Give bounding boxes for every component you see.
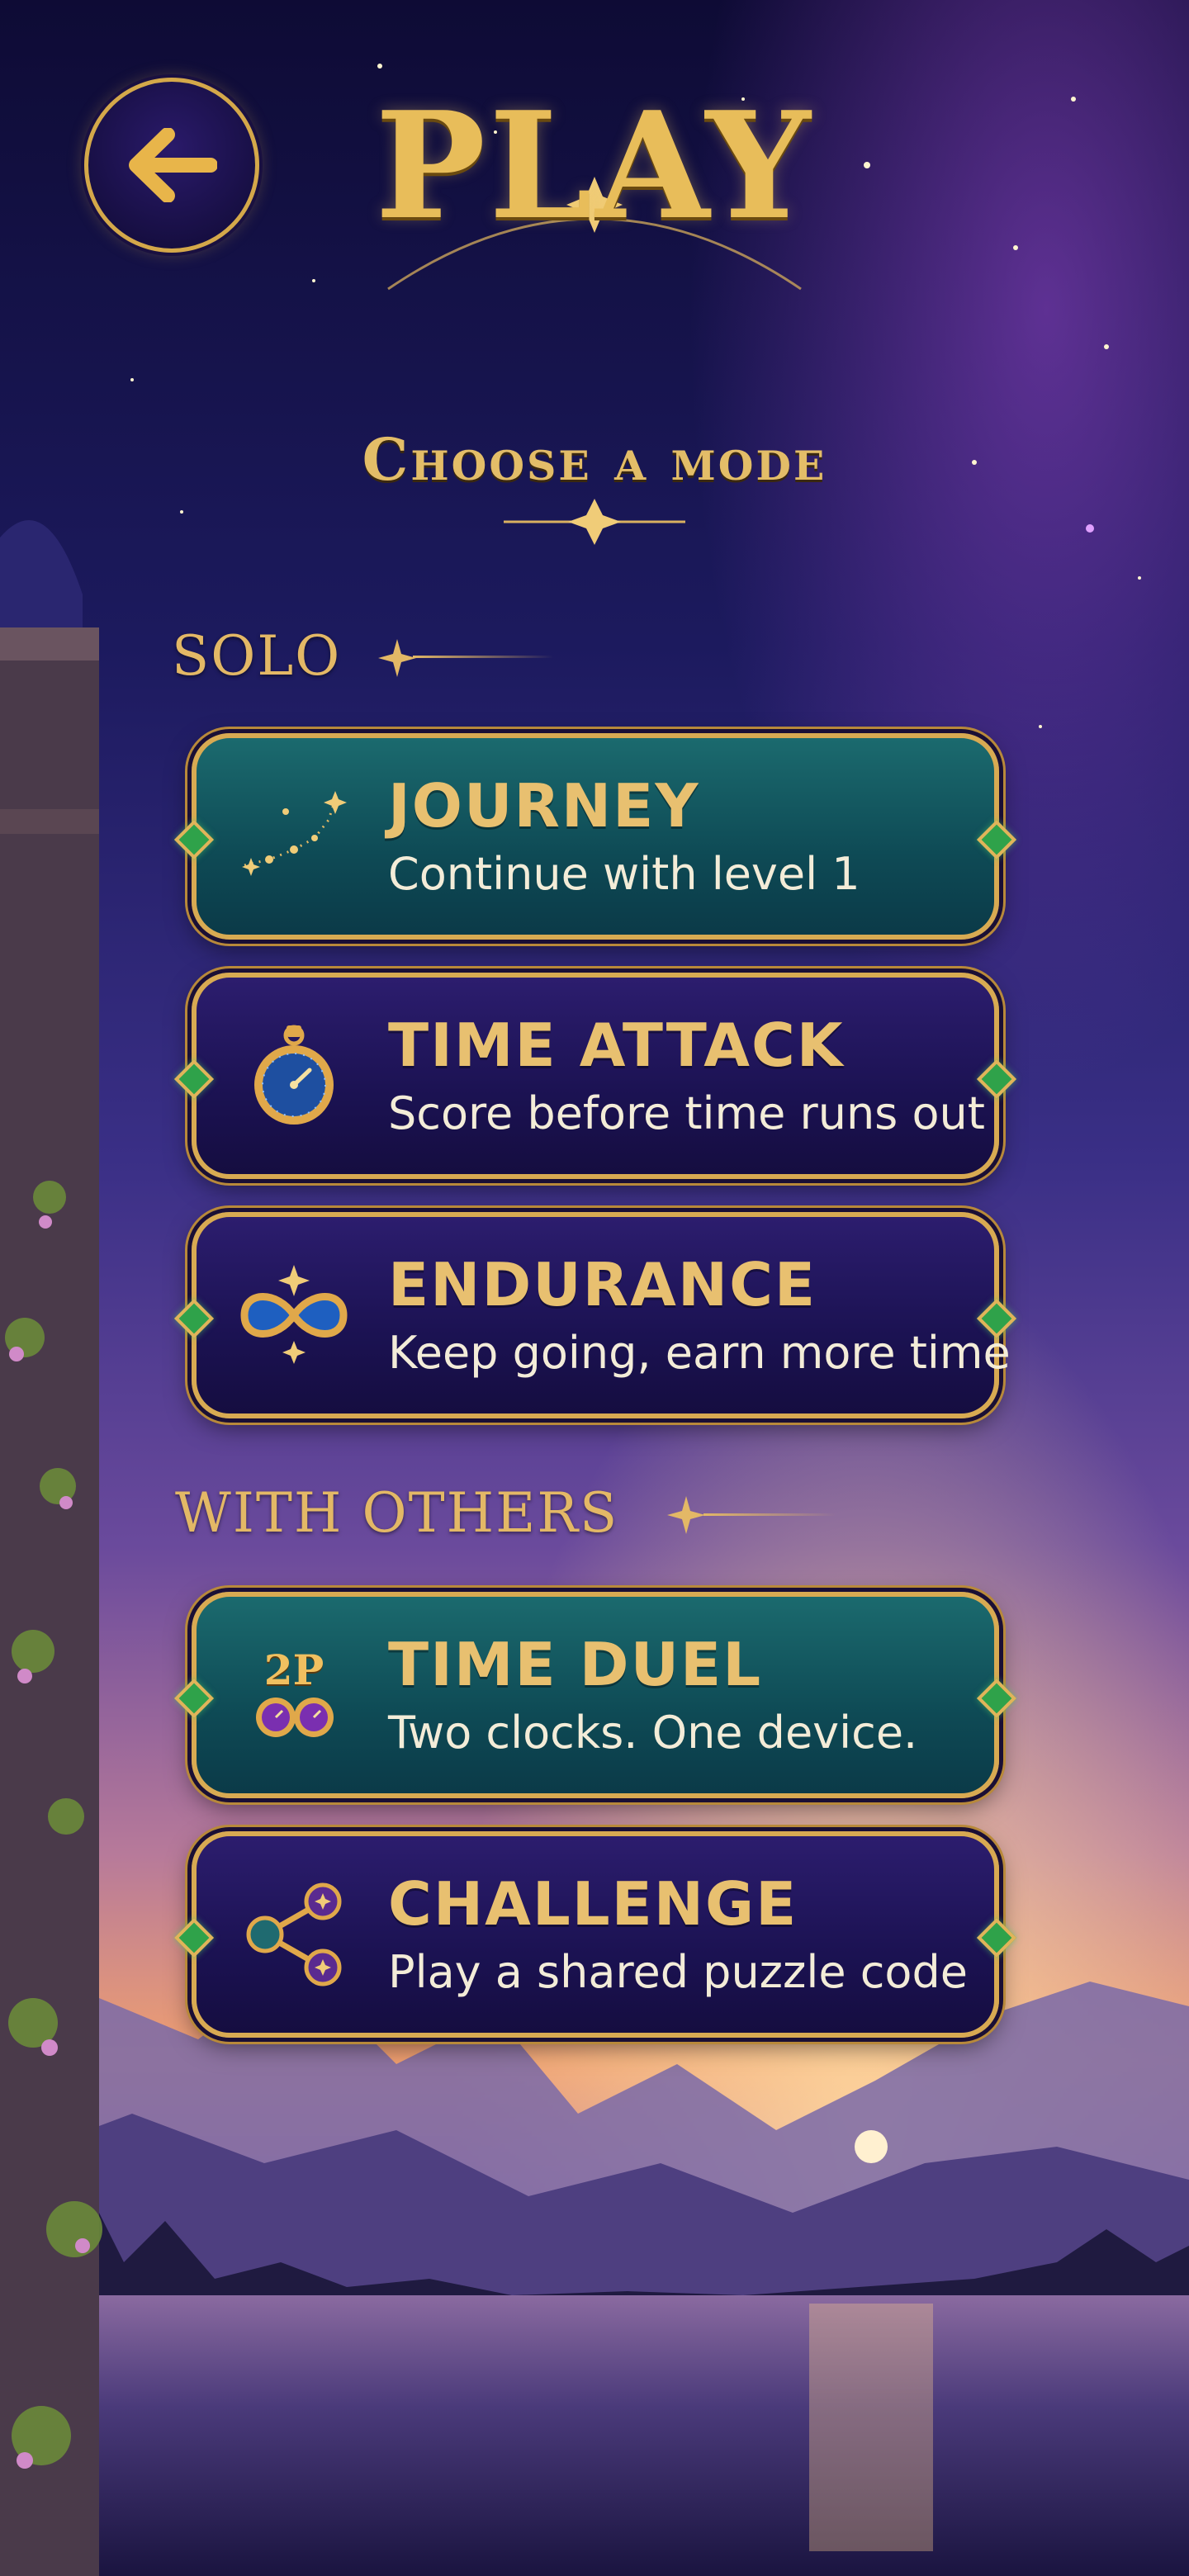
mode-card-time-duel[interactable]: 2P TIME DUEL Two clocks. One device. xyxy=(173,1592,1017,1798)
share-icon xyxy=(228,1868,360,2001)
constellation-icon xyxy=(228,770,360,902)
mode-title: TIME ATTACK xyxy=(388,1011,845,1080)
section-divider xyxy=(413,656,553,658)
page-title: PLAY xyxy=(375,79,814,252)
mode-card-time-attack[interactable]: TIME ATTACK Score before time runs out xyxy=(173,973,1017,1179)
section-label-solo: SOLO xyxy=(172,624,342,688)
two-player-badge: 2P xyxy=(263,1646,324,1694)
mode-subtitle: Continue with level 1 xyxy=(388,848,860,900)
mode-title: CHALLENGE xyxy=(388,1869,798,1939)
mode-title: TIME DUEL xyxy=(388,1630,763,1699)
mode-subtitle: Two clocks. One device. xyxy=(388,1707,918,1759)
section-divider xyxy=(703,1513,836,1516)
mode-card-challenge[interactable]: CHALLENGE Play a shared puzzle code xyxy=(173,1831,1017,2038)
mode-card-journey[interactable]: JOURNEY Continue with level 1 xyxy=(173,733,1017,940)
mode-subtitle: Score before time runs out xyxy=(388,1087,985,1139)
stopwatch-icon xyxy=(228,1010,360,1142)
mode-subtitle: Play a shared puzzle code xyxy=(388,1946,968,1998)
mode-title: JOURNEY xyxy=(388,771,700,841)
infinity-icon xyxy=(228,1249,360,1381)
page-subtitle: Choose a mode xyxy=(362,425,827,494)
mode-card-endurance[interactable]: ENDURANCE Keep going, earn more time xyxy=(173,1212,1017,1418)
sparkle-icon xyxy=(667,1496,705,1534)
two-player-clocks-icon: 2P xyxy=(228,1629,360,1761)
sparkle-icon xyxy=(378,639,416,677)
mode-subtitle: Keep going, earn more time xyxy=(388,1327,1011,1379)
section-label-with-others: WITH OTHERS xyxy=(175,1481,619,1545)
mode-title: ENDURANCE xyxy=(388,1250,817,1319)
